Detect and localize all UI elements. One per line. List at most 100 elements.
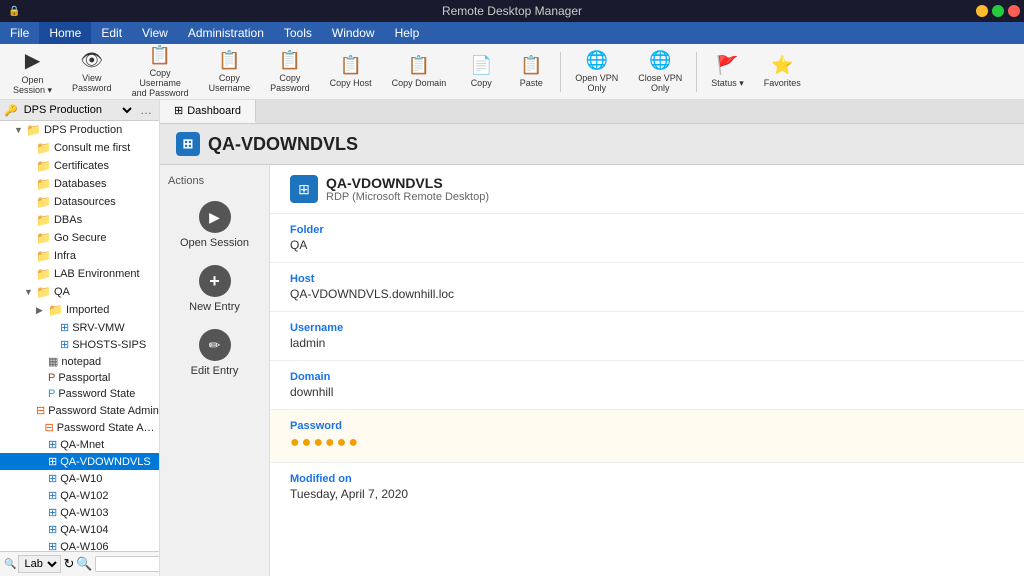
sidebar-item-infra[interactable]: 📁 Infra [0, 247, 159, 265]
password-value: ●●●●●● [290, 434, 1004, 452]
search-scope-icon: 🔍 [4, 559, 16, 570]
sidebar-item-qa-w10[interactable]: ⊞ QA-W10 [0, 470, 159, 487]
username-label: Username [290, 322, 1004, 334]
info-section-host: Host QA-VDOWNDVLS.downhill.loc [270, 263, 1024, 312]
close-vpn-only-button[interactable]: 🌐 Close VPNOnly [629, 45, 691, 98]
sidebar-item-password-state[interactable]: P Password State [0, 386, 159, 402]
pw2-icon: ⊟ [36, 404, 45, 417]
sidebar-item-shosts-sips[interactable]: ⊞ SHOSTS-SIPS [0, 336, 159, 353]
copy-username-button[interactable]: 📋 CopyUsername [200, 45, 260, 98]
sidebar-more-button[interactable]: … [137, 103, 155, 117]
paste-label: Paste [520, 78, 543, 88]
sidebar-item-notepad[interactable]: ▦ notepad [0, 353, 159, 370]
sidebar-item-label: Certificates [54, 160, 109, 172]
paste-button[interactable]: 📋 Paste [507, 50, 555, 93]
sidebar-item-dbas[interactable]: 📁 DBAs [0, 211, 159, 229]
tab-dashboard[interactable]: ⊞ Dashboard [160, 100, 256, 123]
window-controls [976, 5, 1020, 17]
sidebar-item-certificates[interactable]: 📁 Certificates [0, 157, 159, 175]
sidebar-item-consult-me-first[interactable]: 📁 Consult me first [0, 139, 159, 157]
detail-panel: ⊞ QA-VDOWNDVLS Actions ▶ Open Session [160, 124, 1024, 576]
copy-button[interactable]: 📄 Copy [457, 50, 505, 93]
rdp8-icon: ⊞ [48, 540, 57, 551]
folder-icon: 📁 [36, 231, 51, 245]
expand-arrow: ▼ [14, 125, 26, 135]
app-title: Remote Desktop Manager [442, 4, 582, 18]
sidebar-item-datasources[interactable]: 📁 Datasources [0, 193, 159, 211]
sidebar-item-qa-w102[interactable]: ⊞ QA-W102 [0, 487, 159, 504]
sidebar-item-databases[interactable]: 📁 Databases [0, 175, 159, 193]
info-section-domain: Domain downhill [270, 361, 1024, 410]
sidebar-item-lab-environment[interactable]: 📁 LAB Environment [0, 265, 159, 283]
domain-value: downhill [290, 385, 1004, 399]
folder-icon: 📁 [26, 123, 41, 137]
rdp5-icon: ⊞ [48, 489, 57, 502]
close-vpn-label: Close VPNOnly [638, 73, 682, 93]
favorites-label: Favorites [764, 78, 801, 88]
sidebar-item-imported[interactable]: ▶ 📁 Imported [0, 301, 159, 319]
minimize-button[interactable] [976, 5, 988, 17]
menu-window[interactable]: Window [322, 22, 385, 44]
refresh-button[interactable]: ↻ [63, 556, 74, 572]
search-scope-selector[interactable]: Lab [18, 555, 61, 573]
copy-label: Copy [471, 78, 492, 88]
title-bar: 🔒 Remote Desktop Manager [0, 0, 1024, 22]
sidebar-item-passportal[interactable]: P Passportal [0, 370, 159, 386]
open-vpn-only-button[interactable]: 🌐 Open VPNOnly [566, 45, 627, 98]
new-entry-action[interactable]: + New Entry [170, 259, 260, 319]
copy-host-label: Copy Host [330, 78, 372, 88]
view-password-button[interactable]: 👁 ViewPassword [63, 45, 121, 98]
open-session-action[interactable]: ▶ Open Session [170, 195, 260, 255]
rdp6-icon: ⊞ [48, 506, 57, 519]
sidebar-item-qa-vdowndvls[interactable]: ⊞ QA-VDOWNDVLS [0, 453, 159, 470]
sidebar-item-label: notepad [61, 356, 101, 368]
favorites-button[interactable]: ⭐ Favorites [755, 50, 810, 93]
menu-home[interactable]: Home [39, 22, 91, 44]
sidebar-item-qa-w104[interactable]: ⊞ QA-W104 [0, 521, 159, 538]
sidebar-item-password-state-admin[interactable]: ⊟ Password State Admin [0, 402, 159, 419]
copy-domain-icon: 📋 [408, 55, 430, 76]
sidebar-item-password-state-admin-inte[interactable]: ⊟ Password State Admin - Inte [0, 419, 159, 436]
folder-icon: 📁 [36, 141, 51, 155]
paste-icon: 📋 [520, 55, 542, 76]
copy-password-button[interactable]: 📋 CopyPassword [261, 45, 319, 98]
lock-icon: 🔒 [8, 6, 20, 17]
pass-icon: P [48, 372, 55, 384]
maximize-button[interactable] [992, 5, 1004, 17]
toolbar-separator-1 [560, 52, 561, 92]
sidebar-item-label: DBAs [54, 214, 82, 226]
info-section-modified-on: Modified on Tuesday, April 7, 2020 [270, 463, 1024, 511]
sidebar-item-go-secure[interactable]: 📁 Go Secure [0, 229, 159, 247]
sidebar-item-label: QA-Mnet [60, 439, 104, 451]
menu-help[interactable]: Help [385, 22, 430, 44]
sidebar-item-qa[interactable]: ▼ 📁 QA [0, 283, 159, 301]
sidebar-item-srv-vmw[interactable]: ⊞ SRV-VMW [0, 319, 159, 336]
sidebar-item-dps-production[interactable]: ▼ 📁 DPS Production [0, 121, 159, 139]
copy-username-password-button[interactable]: 📋 CopyUsernameand Password [123, 40, 198, 103]
host-label: Host [290, 273, 1004, 285]
play-action-icon: ▶ [199, 201, 231, 233]
vault-icon: 🔑 [4, 104, 18, 117]
sidebar-item-label: LAB Environment [54, 268, 140, 280]
close-button[interactable] [1008, 5, 1020, 17]
sidebar-item-qa-mnet[interactable]: ⊞ QA-Mnet [0, 436, 159, 453]
sidebar-item-label: QA-W103 [60, 507, 108, 519]
open-vpn-label: Open VPNOnly [575, 73, 618, 93]
sidebar-item-qa-w103[interactable]: ⊞ QA-W103 [0, 504, 159, 521]
vault-selector[interactable]: DPS Production [20, 103, 135, 117]
menu-tools[interactable]: Tools [274, 22, 322, 44]
search-input[interactable] [95, 556, 160, 572]
sidebar-item-label: Go Secure [54, 232, 107, 244]
copy-domain-button[interactable]: 📋 Copy Domain [383, 50, 456, 93]
sidebar-tree: ▼ 📁 DPS Production 📁 Consult me first 📁 … [0, 121, 159, 551]
open-session-button[interactable]: ▶ OpenSession ▾ [4, 43, 61, 101]
info-section-password: Password ●●●●●● [270, 410, 1024, 463]
detail-title: QA-VDOWNDVLS [208, 134, 358, 155]
search-icon[interactable]: 🔍 [76, 556, 92, 572]
sidebar-item-label: Password State Admin [48, 405, 159, 417]
menu-file[interactable]: File [0, 22, 39, 44]
status-button[interactable]: 🚩 Status ▾ [702, 50, 753, 94]
edit-entry-action[interactable]: ✏ Edit Entry [170, 323, 260, 383]
copy-host-button[interactable]: 📋 Copy Host [321, 50, 381, 93]
sidebar-item-qa-w106[interactable]: ⊞ QA-W106 [0, 538, 159, 551]
